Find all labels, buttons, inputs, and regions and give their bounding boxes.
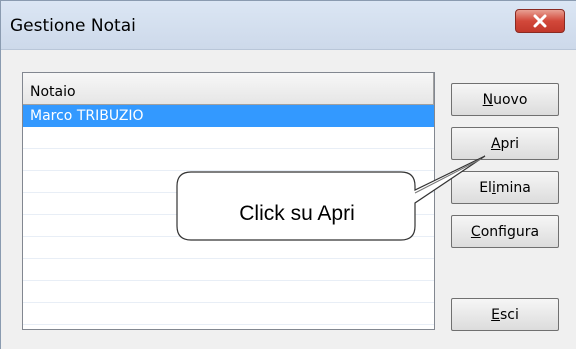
callout-bubble bbox=[176, 155, 486, 241]
callout-text: Click su Apri bbox=[239, 202, 355, 225]
gestione-notai-dialog: Gestione Notai Notaio Marco TRIBUZIO Nuo… bbox=[0, 0, 576, 349]
